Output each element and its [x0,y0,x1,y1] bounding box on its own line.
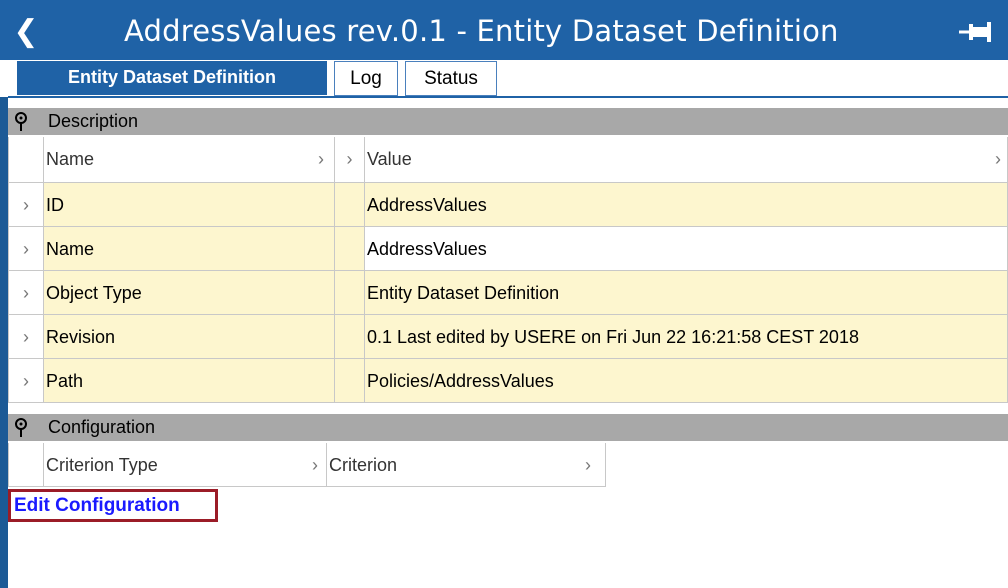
column-header-value[interactable]: Value › [365,137,1008,183]
back-icon[interactable]: ❮ [10,10,42,54]
description-grid: Name › › Value › › ID AddressValues › Na… [8,137,1008,403]
tab-entity-dataset-definition[interactable]: Entity Dataset Definition [17,61,327,95]
spacer-cell [335,315,365,359]
pin-icon[interactable] [14,418,28,438]
chevron-right-icon[interactable]: › [585,443,591,486]
tab-underline [8,96,1008,98]
table-row[interactable]: Object Type [44,271,335,315]
configuration-grid: Criterion Type › Criterion › [8,443,608,487]
chevron-right-icon[interactable]: › [23,195,29,215]
description-section-header[interactable]: Description [8,108,1008,135]
chevron-right-icon[interactable]: › [23,239,29,259]
row-header-cell [8,137,44,183]
chevron-right-icon[interactable]: › [23,327,29,347]
spacer-cell [335,271,365,315]
row-expander[interactable]: › [8,315,44,359]
configuration-section-label: Configuration [48,417,156,437]
chevron-right-icon[interactable]: › [23,283,29,303]
spacer-cell [335,359,365,403]
pin-icon[interactable] [955,14,999,50]
column-header-name[interactable]: Name › [44,137,335,183]
column-header-criterion-type-label: Criterion Type [46,455,158,475]
row-expander[interactable]: › [8,183,44,227]
column-header-name-label: Name [46,149,95,169]
spacer-cell [335,227,365,271]
tab-log[interactable]: Log [334,61,398,96]
row-header-cell [8,443,44,487]
row-expander[interactable]: › [8,359,44,403]
edit-configuration-link[interactable]: Edit Configuration [8,489,218,522]
column-header-value-label: Value [367,149,412,169]
row-expander[interactable]: › [8,227,44,271]
spacer-cell [335,183,365,227]
column-header-criterion-label: Criterion [329,455,398,475]
window-title: AddressValues rev.0.1 - Entity Dataset D… [124,14,839,48]
table-row[interactable]: Path [44,359,335,403]
row-value[interactable]: AddressValues [365,227,1008,271]
configuration-section-header[interactable]: Configuration [8,414,1008,441]
table-row[interactable]: Name [44,227,335,271]
table-row[interactable]: ID [44,183,335,227]
row-value[interactable]: Policies/AddressValues [365,359,1008,403]
tab-status[interactable]: Status [405,61,497,96]
row-expander[interactable]: › [8,271,44,315]
chevron-right-icon[interactable]: › [318,137,324,181]
chevron-right-icon[interactable]: › [347,149,353,169]
column-header-criterion-type[interactable]: Criterion Type › [44,443,327,487]
chevron-right-icon[interactable]: › [23,371,29,391]
table-row[interactable]: Revision [44,315,335,359]
pin-icon[interactable] [14,112,28,132]
column-expander[interactable]: › [335,137,365,183]
description-section-label: Description [48,111,139,131]
chevron-right-icon[interactable]: › [995,137,1001,181]
row-value[interactable]: Entity Dataset Definition [365,271,1008,315]
title-bar: ❮ AddressValues rev.0.1 - Entity Dataset… [0,0,1008,60]
row-value[interactable]: AddressValues [365,183,1008,227]
chevron-right-icon[interactable]: › [312,443,318,486]
row-value[interactable]: 0.1 Last edited by USERE on Fri Jun 22 1… [365,315,1008,359]
column-header-criterion[interactable]: Criterion › [327,443,606,487]
